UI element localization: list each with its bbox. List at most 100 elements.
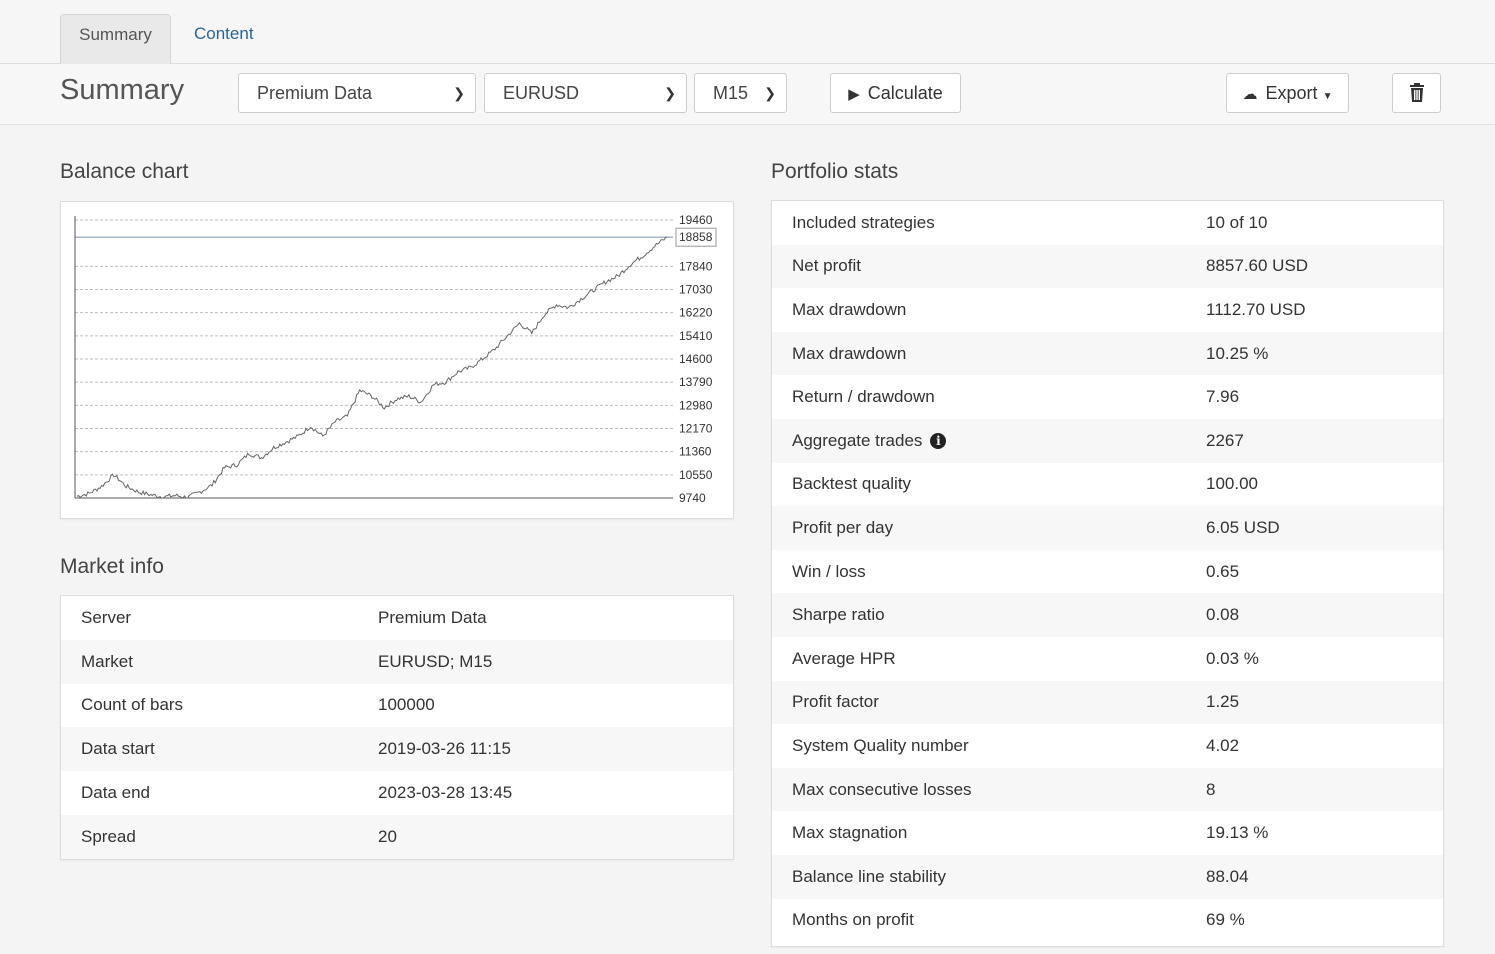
data-source-value: Premium Data xyxy=(257,83,373,103)
calculate-button[interactable]: ▶ Calculate xyxy=(830,73,961,113)
row-value: 88.04 xyxy=(1206,854,1443,899)
row-value: 1112.70 USD xyxy=(1206,299,1306,319)
y-tick-label: 17030 xyxy=(679,283,713,297)
play-icon: ▶ xyxy=(848,86,860,103)
row-label: Sharpe ratio xyxy=(772,593,1206,637)
row-label: Net profit xyxy=(772,244,1206,289)
table-row: Win / loss 0.65 xyxy=(772,550,1443,594)
y-tick-label: 12170 xyxy=(679,422,713,436)
y-tick-label: 14600 xyxy=(679,352,713,366)
row-label-text: Backtest quality xyxy=(792,474,912,494)
row-label-text: Market xyxy=(81,651,133,671)
caret-down-icon: ▼ xyxy=(1322,91,1333,102)
row-label-text: Profit per day xyxy=(792,517,894,537)
y-tick-label: 13790 xyxy=(679,375,713,389)
data-source-select[interactable]: Premium Data ❯ xyxy=(238,73,476,113)
y-tick-label: 18858 xyxy=(679,230,713,244)
balance-chart-panel: 19460 18858 17840 17030 16220 15410 14600 13790… xyxy=(60,201,734,519)
tab-summary[interactable]: Summary xyxy=(60,14,171,64)
row-label: Profit factor xyxy=(772,680,1206,725)
tab-content[interactable]: Content xyxy=(176,14,272,64)
row-label: Count of bars xyxy=(61,684,378,728)
row-label: Max consecutive losses xyxy=(772,767,1206,812)
balance-line xyxy=(76,236,667,499)
row-label: Return / drawdown xyxy=(772,375,1206,419)
row-value: 10.25 % xyxy=(1206,331,1443,376)
table-row: Count of bars 100000 xyxy=(61,684,733,728)
row-label-text: Balance line stability xyxy=(792,866,947,886)
row-label: Balance line stability xyxy=(772,854,1206,899)
row-label-text: Max drawdown xyxy=(792,299,907,319)
table-row: Balance line stability 88.04 xyxy=(772,854,1443,899)
row-value: 10 of 10 xyxy=(1206,212,1268,232)
y-tick-label: 16220 xyxy=(679,306,713,320)
row-label: System Quality number xyxy=(772,724,1206,768)
export-label: Export xyxy=(1265,83,1318,103)
row-label-text: Win / loss xyxy=(792,561,866,581)
export-button[interactable]: ☁ Export ▼ xyxy=(1226,73,1349,113)
row-label: Max drawdown xyxy=(772,288,1206,332)
row-value: 100000 xyxy=(378,695,435,715)
balance-chart-heading: Balance chart xyxy=(60,160,189,183)
balance-chart: 19460 18858 17840 17030 16220 15410 14600 13790… xyxy=(74,213,717,505)
table-row: Included strategies 10 of 10 xyxy=(772,201,1443,245)
table-row: Net profit 8857.60 USD xyxy=(772,244,1443,289)
row-label: Spread xyxy=(61,814,378,859)
row-value: 6.05 USD xyxy=(1206,506,1443,550)
row-value: 0.03 % xyxy=(1206,648,1259,668)
row-label: Data end xyxy=(61,771,378,815)
y-tick-label: 15410 xyxy=(679,329,713,343)
row-label-text: Max drawdown xyxy=(792,343,907,363)
row-label: Backtest quality xyxy=(772,463,1206,507)
portfolio-stats-heading: Portfolio stats xyxy=(771,160,899,183)
row-value: 0.08 xyxy=(1206,593,1443,637)
row-label-text: Spread xyxy=(81,826,136,846)
row-value: 4.02 xyxy=(1206,735,1240,755)
portfolio-stats-panel: Included strategies 10 of 10 Net profit 885… xyxy=(771,200,1444,947)
row-label-text: System Quality number xyxy=(792,735,969,755)
info-icon[interactable]: i xyxy=(930,432,947,449)
row-label-text: Server xyxy=(81,607,132,627)
chevron-down-icon: ❯ xyxy=(453,85,465,101)
row-value: 8857.60 USD xyxy=(1206,244,1443,289)
table-row: Profit factor 1.25 xyxy=(772,680,1443,725)
y-tick-label: 12980 xyxy=(679,398,713,412)
row-value: 2023-03-28 13:45 xyxy=(378,783,513,803)
row-value: EURUSD; M15 xyxy=(378,639,733,684)
table-row: Aggregate trades i 2267 xyxy=(772,418,1443,463)
symbol-select[interactable]: EURUSD ❯ xyxy=(484,73,687,113)
row-value: 7.96 xyxy=(1206,387,1240,407)
table-row: Sharpe ratio 0.08 xyxy=(772,593,1443,637)
row-label-text: Profit factor xyxy=(792,692,879,712)
table-row: Months on profit 69 % xyxy=(772,899,1443,943)
table-row: Max consecutive losses 8 xyxy=(772,767,1443,812)
row-label-text: Months on profit xyxy=(792,910,914,930)
y-tick-label: 9740 xyxy=(679,491,706,505)
table-row: Return / drawdown 7.96 xyxy=(772,375,1443,419)
row-label: Months on profit xyxy=(772,899,1206,943)
table-row: System Quality number 4.02 xyxy=(772,724,1443,768)
chevron-down-icon: ❯ xyxy=(764,85,776,101)
table-row: Profit per day 6.05 USD xyxy=(772,506,1443,550)
calculate-label: Calculate xyxy=(867,83,943,103)
row-label-text: Included strategies xyxy=(792,212,935,232)
row-value: Premium Data xyxy=(378,607,487,627)
timeframe-select[interactable]: M15 ❯ xyxy=(694,73,787,113)
row-label: Average HPR xyxy=(772,637,1206,681)
delete-button[interactable] xyxy=(1392,73,1441,113)
row-value: 2267 xyxy=(1206,418,1443,463)
table-row: Data end 2023-03-28 13:45 xyxy=(61,771,733,815)
row-value: 69 % xyxy=(1206,910,1245,930)
row-label: Data start xyxy=(61,727,378,772)
table-row: Market EURUSD; M15 xyxy=(61,639,733,684)
y-tick-label: 19460 xyxy=(679,213,713,227)
y-tick-label: 17840 xyxy=(679,259,713,273)
row-value: 0.65 xyxy=(1206,561,1240,581)
cloud-download-icon: ☁ xyxy=(1242,86,1258,103)
table-row: Backtest quality 100.00 xyxy=(772,463,1443,507)
y-tick-label: 11360 xyxy=(679,445,712,459)
row-label-text: Net profit xyxy=(792,256,861,276)
row-value: 19.13 % xyxy=(1206,823,1269,843)
row-label: Win / loss xyxy=(772,550,1206,594)
row-value: 8 xyxy=(1206,767,1443,812)
